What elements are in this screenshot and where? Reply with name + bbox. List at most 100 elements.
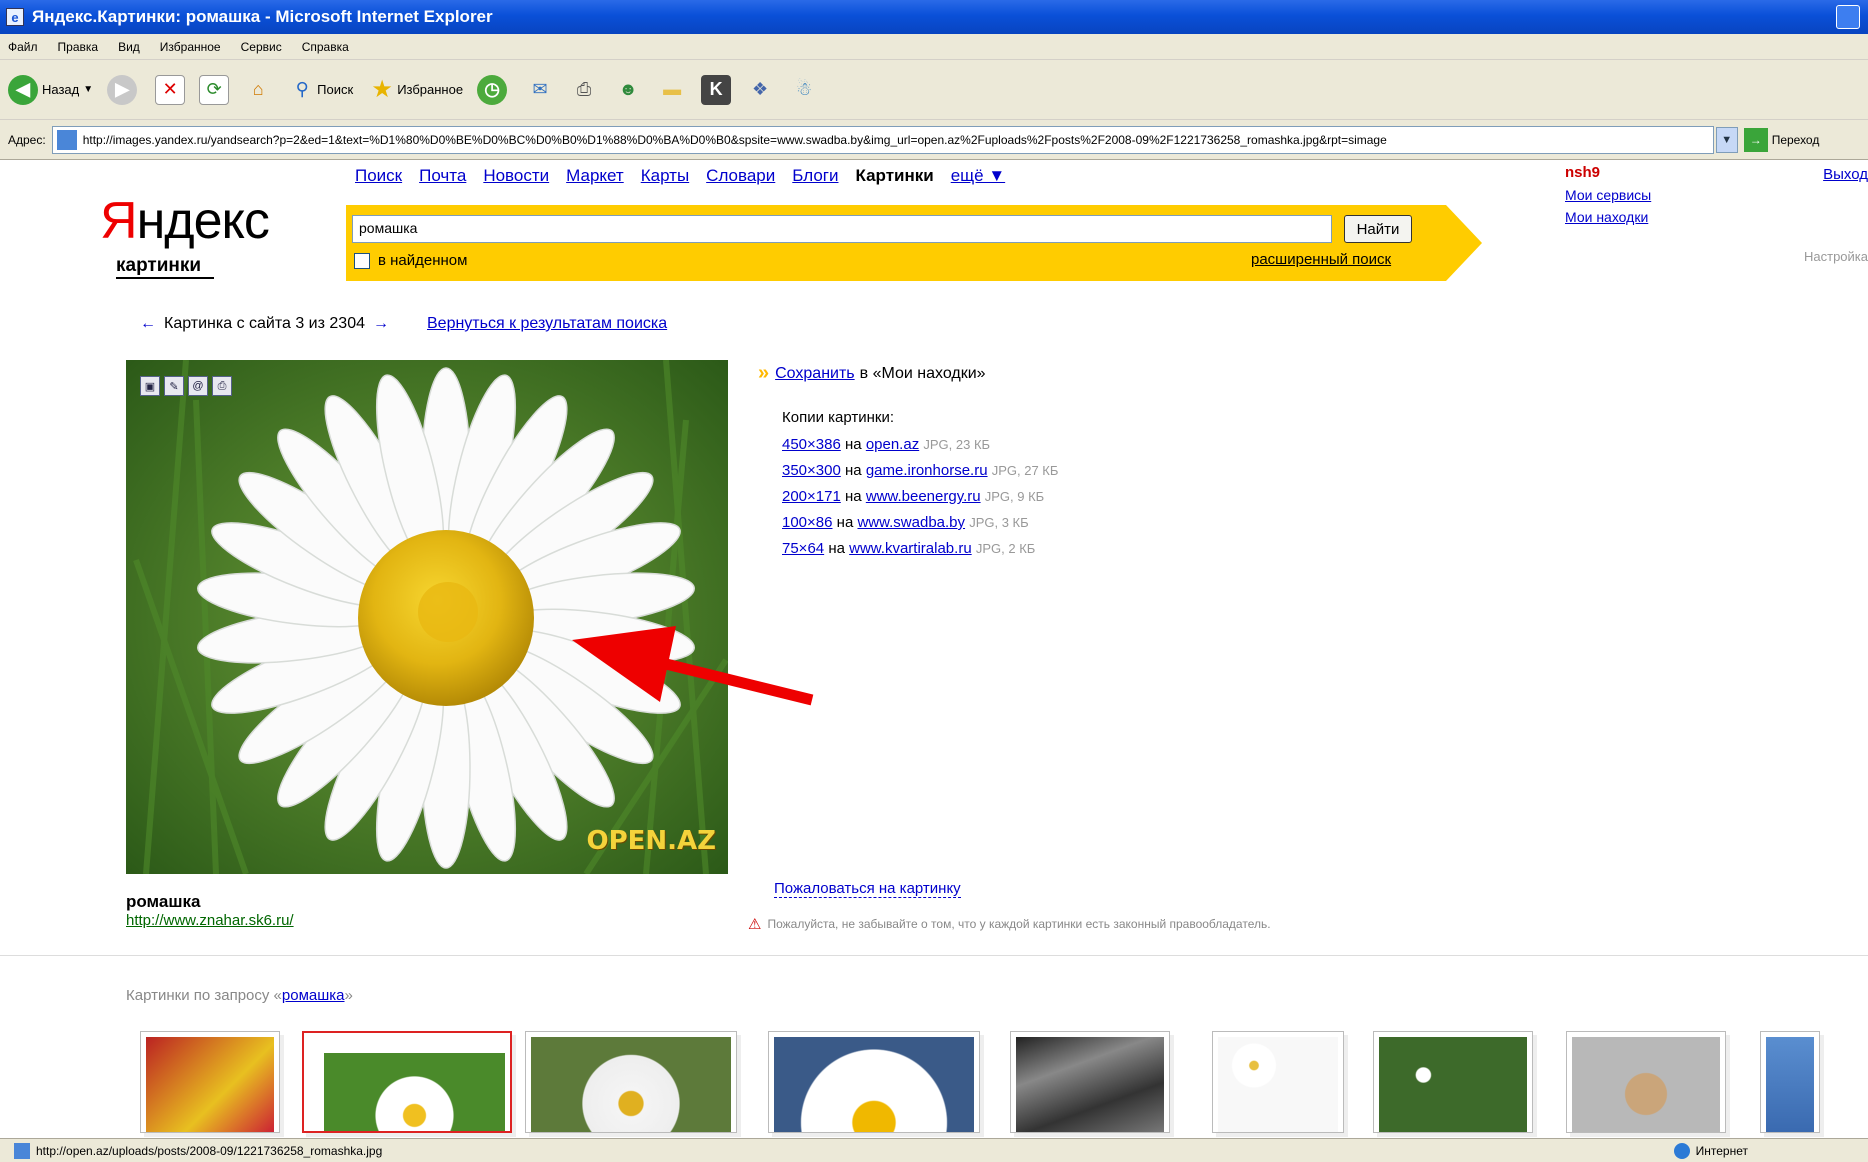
history-button[interactable]: ◷ bbox=[477, 74, 511, 105]
print-icon[interactable]: ⎙ bbox=[212, 376, 232, 396]
menu-edit[interactable]: Правка bbox=[58, 40, 99, 54]
next-arrow-icon[interactable]: → bbox=[373, 315, 389, 333]
my-finds-link[interactable]: Мои находки bbox=[1565, 209, 1651, 225]
copy-on: на bbox=[836, 514, 854, 531]
copy-size-link[interactable]: 75×64 bbox=[782, 540, 824, 557]
nav-search[interactable]: Поиск bbox=[355, 166, 402, 186]
mail-button[interactable]: ✉ bbox=[525, 75, 555, 105]
globe-icon bbox=[1673, 1142, 1690, 1159]
minimize-button[interactable] bbox=[1836, 5, 1860, 29]
save-link[interactable]: Сохранить bbox=[775, 365, 855, 383]
messenger-button[interactable]: ☻ bbox=[613, 75, 643, 105]
search-input[interactable]: ромашка bbox=[352, 215, 1332, 243]
search-button[interactable]: ⚲ Поиск bbox=[287, 75, 354, 105]
users-icon: ☃ bbox=[796, 79, 813, 99]
image-pager: ← Картинка с сайта 3 из 2304 → Вернуться… bbox=[132, 315, 667, 333]
copy-site-link[interactable]: www.kvartiralab.ru bbox=[849, 540, 972, 557]
in-found-option[interactable]: в найденном bbox=[354, 252, 467, 269]
copy-site-link[interactable]: game.ironhorse.ru bbox=[866, 462, 988, 479]
thumbnail[interactable] bbox=[140, 1031, 280, 1133]
address-dropdown[interactable]: ▼ bbox=[1715, 126, 1738, 153]
address-label: Адрес: bbox=[8, 132, 46, 147]
thumbnail[interactable] bbox=[302, 1031, 512, 1133]
address-url: http://images.yandex.ru/yandsearch?p=2&e… bbox=[82, 132, 1387, 147]
yandex-logo[interactable]: Яндекс картинки bbox=[100, 191, 270, 279]
go-arrow-icon: → bbox=[1743, 127, 1768, 152]
copy-site-link[interactable]: open.az bbox=[866, 436, 919, 453]
nav-news[interactable]: Новости bbox=[483, 166, 549, 186]
messenger-icon: ☻ bbox=[618, 79, 638, 99]
nav-more[interactable]: ещё ▼ bbox=[951, 166, 1005, 186]
menu-view[interactable]: Вид bbox=[118, 40, 140, 54]
nav-blogs[interactable]: Блоги bbox=[792, 166, 838, 186]
advanced-search-link[interactable]: расширенный поиск bbox=[1251, 251, 1391, 268]
thumbnail[interactable] bbox=[768, 1031, 980, 1133]
save-chevron-icon: » bbox=[758, 362, 770, 384]
users-button[interactable]: ☃ bbox=[789, 75, 819, 105]
image-tools: ▣ ✎ @ ⎙ bbox=[140, 376, 232, 396]
forward-arrow-icon: ▶ bbox=[107, 74, 138, 105]
source-link[interactable]: http://www.znahar.sk6.ru/ bbox=[126, 912, 294, 929]
thumbnail[interactable] bbox=[1010, 1031, 1170, 1133]
favorites-button[interactable]: ★ Избранное bbox=[367, 75, 463, 105]
menu-file[interactable]: Файл bbox=[8, 40, 38, 54]
warning-icon: ⚠ bbox=[748, 916, 762, 933]
home-button[interactable]: ⌂ bbox=[243, 75, 273, 105]
find-button[interactable]: Найти bbox=[1344, 215, 1412, 243]
complain-link[interactable]: Пожаловаться на картинку bbox=[774, 880, 961, 898]
home-icon: ⌂ bbox=[252, 79, 264, 99]
menu-help[interactable]: Справка bbox=[302, 40, 349, 54]
search-icon: ⚲ bbox=[295, 79, 309, 99]
back-to-results-link[interactable]: Вернуться к результатам поиска bbox=[427, 315, 667, 333]
copy-size-link[interactable]: 450×386 bbox=[782, 436, 841, 453]
image-copies: Копии картинки: 450×386 на open.az JPG, … bbox=[782, 409, 1058, 566]
copy-size-link[interactable]: 100×86 bbox=[782, 514, 832, 531]
copy-row: 100×86 на www.swadba.by JPG, 3 КБ bbox=[782, 514, 1058, 531]
thumbnail[interactable] bbox=[1212, 1031, 1344, 1133]
my-services-link[interactable]: Мои сервисы bbox=[1565, 187, 1651, 203]
email-icon[interactable]: @ bbox=[188, 376, 208, 396]
in-found-checkbox[interactable] bbox=[354, 252, 370, 269]
prev-arrow-icon[interactable]: ← bbox=[140, 315, 156, 333]
folder-button[interactable]: ▬ bbox=[657, 75, 687, 105]
thumbnail[interactable] bbox=[1760, 1031, 1820, 1133]
related-heading: Картинки по запросу «ромашка» bbox=[126, 987, 353, 1004]
copyright-warning: ⚠ Пожалуйста, не забывайте о том, что у … bbox=[748, 915, 1271, 933]
send-icon[interactable]: ✎ bbox=[164, 376, 184, 396]
go-button[interactable]: → Переход bbox=[1743, 127, 1819, 152]
mail-icon: ✉ bbox=[532, 79, 548, 99]
copy-site-link[interactable]: www.beenergy.ru bbox=[866, 488, 981, 505]
nav-dictionaries[interactable]: Словари bbox=[706, 166, 775, 186]
copy-row: 350×300 на game.ironhorse.ru JPG, 27 КБ bbox=[782, 462, 1058, 479]
save-icon[interactable]: ▣ bbox=[140, 376, 160, 396]
related-suffix: » bbox=[344, 987, 353, 1004]
nav-mail[interactable]: Почта bbox=[419, 166, 466, 186]
thumbnail[interactable] bbox=[1373, 1031, 1533, 1133]
thumbnail[interactable] bbox=[1566, 1031, 1726, 1133]
print-button[interactable]: ⎙ bbox=[569, 75, 599, 105]
k-button[interactable]: K bbox=[701, 74, 732, 105]
back-button[interactable]: ◀ Назад ▼ bbox=[8, 74, 93, 105]
copy-meta: JPG, 2 КБ bbox=[975, 541, 1036, 556]
refresh-button[interactable]: ⟳ bbox=[199, 74, 230, 105]
research-button[interactable]: ❖ bbox=[745, 75, 775, 105]
in-found-label: в найденном bbox=[378, 252, 468, 269]
thumbnail[interactable] bbox=[525, 1031, 737, 1133]
copy-meta: JPG, 23 КБ bbox=[923, 437, 991, 452]
settings-link[interactable]: Настройка bbox=[1804, 249, 1868, 264]
forward-button[interactable]: ▶ bbox=[107, 74, 141, 105]
copy-size-link[interactable]: 200×171 bbox=[782, 488, 841, 505]
stop-button[interactable]: ✕ bbox=[155, 74, 186, 105]
logout-link[interactable]: Выход bbox=[1823, 166, 1868, 183]
address-input[interactable]: http://images.yandex.ru/yandsearch?p=2&e… bbox=[51, 125, 1714, 154]
logo-letter: Я bbox=[100, 192, 138, 250]
menu-tools[interactable]: Сервис bbox=[241, 40, 282, 54]
nav-market[interactable]: Маркет bbox=[566, 166, 624, 186]
copy-site-link[interactable]: www.swadba.by bbox=[857, 514, 965, 531]
nav-maps[interactable]: Карты bbox=[641, 166, 689, 186]
menu-favorites[interactable]: Избранное bbox=[160, 40, 221, 54]
main-image[interactable]: ▣ ✎ @ ⎙ OPEN.AZ bbox=[126, 360, 728, 874]
copy-row: 75×64 на www.kvartiralab.ru JPG, 2 КБ bbox=[782, 540, 1058, 557]
copy-size-link[interactable]: 350×300 bbox=[782, 462, 841, 479]
related-query-link[interactable]: ромашка bbox=[282, 987, 345, 1004]
